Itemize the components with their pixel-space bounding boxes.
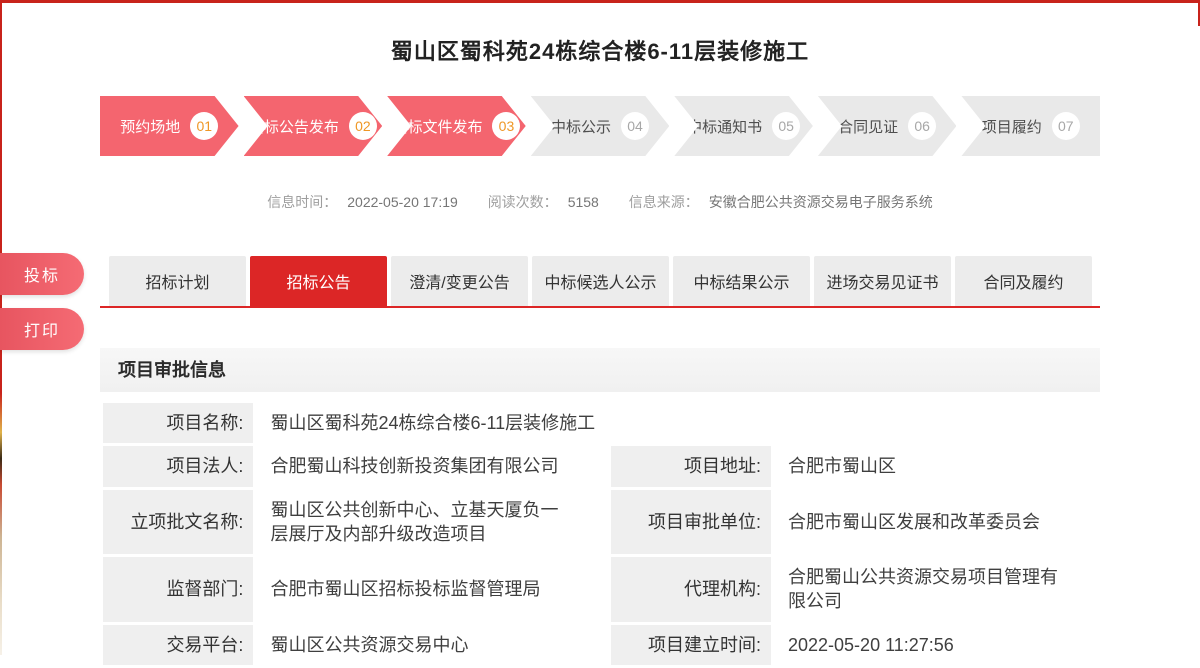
step-label: 招标公告发布 <box>249 116 339 137</box>
table-row: 交易平台:蜀山区公共资源交易中心项目建立时间:2022-05-20 11:27:… <box>103 625 1097 665</box>
field-label: 交易平台: <box>103 625 253 665</box>
tab-5[interactable]: 中标结果公示 <box>673 256 810 306</box>
info-time-value: 2022-05-20 17:19 <box>347 194 458 210</box>
tabs-underline: 招标计划招标公告澄清/变更公告中标候选人公示中标结果公示进场交易见证书合同及履约 <box>100 256 1100 308</box>
approval-table-body: 项目名称:蜀山区蜀科苑24栋综合楼6-11层装修施工项目法人:合肥蜀山科技创新投… <box>103 403 1097 665</box>
tabs-bar: 招标计划招标公告澄清/变更公告中标候选人公示中标结果公示进场交易见证书合同及履约 <box>100 256 1100 306</box>
table-row: 项目法人:合肥蜀山科技创新投资集团有限公司项目地址:合肥市蜀山区 <box>103 446 1097 486</box>
field-value: 合肥市蜀山区 <box>774 446 1097 486</box>
read-count-label: 阅读次数： <box>488 194 558 210</box>
table-row: 项目名称:蜀山区蜀科苑24栋综合楼6-11层装修施工 <box>103 403 1097 443</box>
field-label: 项目地址: <box>611 446 771 486</box>
step-item-02: 招标公告发布 02 <box>244 96 383 156</box>
field-label: 项目建立时间: <box>611 625 771 665</box>
field-value: 合肥市蜀山区招标投标监督管理局 <box>256 557 607 622</box>
info-source-value: 安徽合肥公共资源交易电子服务系统 <box>709 194 933 210</box>
bid-button[interactable]: 投标 <box>0 253 84 295</box>
section-title: 项目审批信息 <box>100 348 1100 392</box>
meta-line: 信息时间： 2022-05-20 17:19 阅读次数： 5158 信息来源： 安徽合… <box>100 192 1100 212</box>
info-source-label: 信息来源： <box>629 194 699 210</box>
tab-7[interactable]: 合同及履约 <box>955 256 1092 306</box>
tab-3[interactable]: 澄清/变更公告 <box>391 256 528 306</box>
info-time-label: 信息时间： <box>267 194 337 210</box>
step-label: 招标文件发布 <box>392 116 482 137</box>
step-number-badge: 02 <box>349 112 377 140</box>
step-label: 项目履约 <box>982 116 1042 137</box>
tab-2[interactable]: 招标公告 <box>250 256 387 306</box>
tab-4[interactable]: 中标候选人公示 <box>532 256 669 306</box>
tab-6[interactable]: 进场交易见证书 <box>814 256 951 306</box>
field-value: 合肥蜀山科技创新投资集团有限公司 <box>256 446 607 486</box>
field-value: 蜀山区公共创新中心、立基天厦负一层展厅及内部升级改造项目 <box>256 490 607 555</box>
print-button[interactable]: 打印 <box>0 308 84 350</box>
approval-table: 项目名称:蜀山区蜀科苑24栋综合楼6-11层装修施工项目法人:合肥蜀山科技创新投… <box>100 400 1100 668</box>
table-row: 立项批文名称:蜀山区公共创新中心、立基天厦负一层展厅及内部升级改造项目项目审批单… <box>103 490 1097 555</box>
step-number-badge: 05 <box>772 112 800 140</box>
field-value: 蜀山区蜀科苑24栋综合楼6-11层装修施工 <box>256 403 1097 443</box>
step-item-05: 中标通知书 05 <box>674 96 813 156</box>
step-number-badge: 06 <box>908 112 936 140</box>
step-label: 中标通知书 <box>687 116 762 137</box>
step-item-04: 中标公示 04 <box>531 96 670 156</box>
step-item-01: 预约场地 01 <box>100 96 239 156</box>
step-number-badge: 03 <box>492 112 520 140</box>
step-number-badge: 07 <box>1052 112 1080 140</box>
steps-bar: 预约场地 01 招标公告发布 02 招标文件发布 03 中标公示 04 中标通知书 05 合同见证 0… <box>100 96 1100 156</box>
field-label: 立项批文名称: <box>103 490 253 555</box>
step-number-badge: 01 <box>190 112 218 140</box>
field-value: 合肥蜀山公共资源交易项目管理有限公司 <box>774 557 1097 622</box>
step-item-06: 合同见证 06 <box>818 96 957 156</box>
field-label: 项目法人: <box>103 446 253 486</box>
step-item-07: 项目履约 07 <box>961 96 1100 156</box>
read-count-value: 5158 <box>568 194 599 210</box>
field-value: 2022-05-20 11:27:56 <box>774 625 1097 665</box>
step-number-badge: 04 <box>621 112 649 140</box>
field-value: 合肥市蜀山区发展和改革委员会 <box>774 490 1097 555</box>
top-accent-bar <box>0 0 1200 3</box>
step-label: 预约场地 <box>120 116 180 137</box>
field-label: 监督部门: <box>103 557 253 622</box>
tab-1[interactable]: 招标计划 <box>109 256 246 306</box>
page-title: 蜀山区蜀科苑24栋综合楼6-11层装修施工 <box>100 0 1100 66</box>
table-row: 监督部门:合肥市蜀山区招标投标监督管理局代理机构:合肥蜀山公共资源交易项目管理有… <box>103 557 1097 622</box>
field-label: 代理机构: <box>611 557 771 622</box>
step-label: 合同见证 <box>838 116 898 137</box>
step-label: 中标公示 <box>551 116 611 137</box>
field-label: 项目审批单位: <box>611 490 771 555</box>
field-label: 项目名称: <box>103 403 253 443</box>
step-item-03: 招标文件发布 03 <box>387 96 526 156</box>
field-value: 蜀山区公共资源交易中心 <box>256 625 607 665</box>
main-content: 蜀山区蜀科苑24栋综合楼6-11层装修施工 预约场地 01 招标公告发布 02 招标文件… <box>100 0 1100 668</box>
